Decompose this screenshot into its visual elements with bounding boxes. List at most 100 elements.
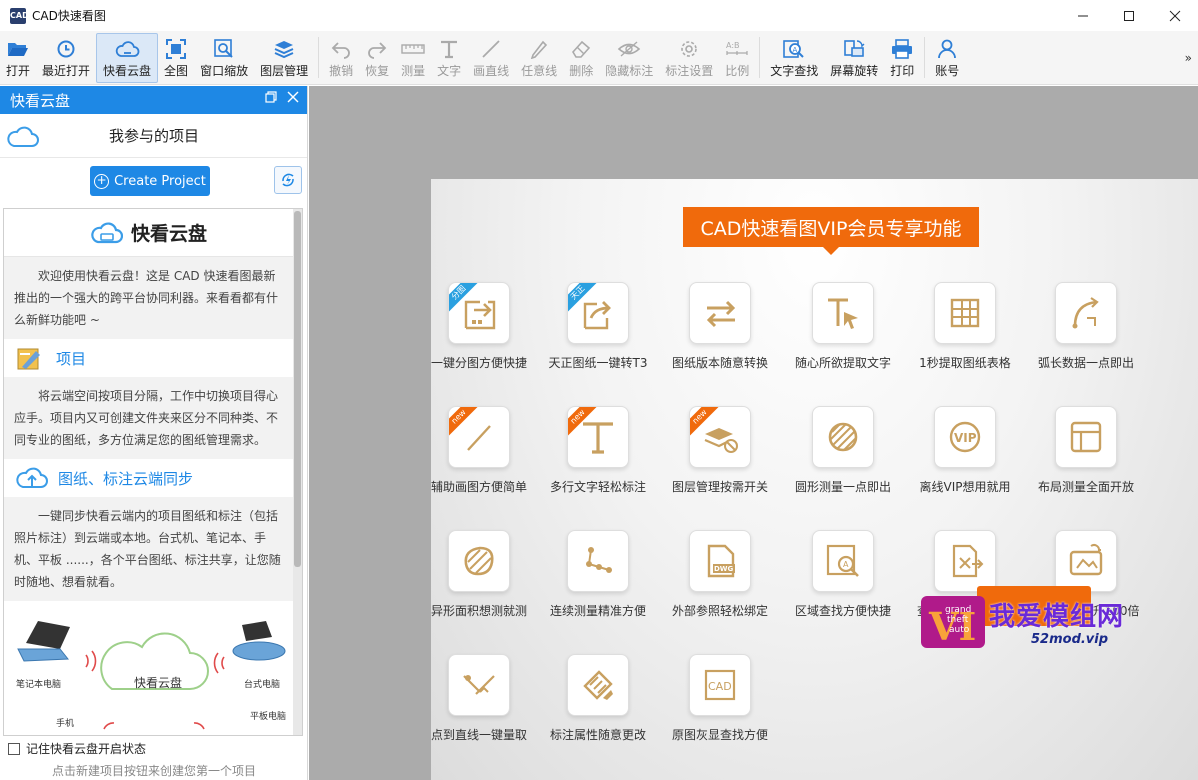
vip-feature-tile[interactable]: 分图 [448,282,510,344]
vip-feature-tile[interactable]: CAD [689,654,751,716]
sync-button[interactable] [274,166,302,194]
toolbar-print-button[interactable]: 打印 [884,33,920,83]
toolbar-fit-all-button[interactable]: 全图 [158,33,194,83]
watermark-text: 我爱模组网 [989,602,1125,632]
desktop-icon [232,621,286,661]
vip-feature-item[interactable]: 1秒提取图纸表格 [903,282,1027,371]
table-grid-icon [950,298,980,328]
toolbar-open-button[interactable]: 打开 [0,33,36,83]
toolbar-zoom-window-button[interactable]: 窗口缩放 [194,33,254,83]
gear-icon [681,40,698,57]
vip-feature-item[interactable]: new 图层管理按需开关 [658,406,782,495]
vip-feature-tile[interactable]: VIP [934,406,996,468]
vip-feature-tile[interactable] [567,530,629,592]
maximize-icon [1124,10,1134,21]
vip-feature-tile[interactable]: DWG [689,530,751,592]
intro-scrollbar[interactable] [293,209,302,735]
intro-scroll-area[interactable]: 快看云盘 欢迎使用快看云盘！这是 CAD 快速看图最新推出的一个强大的跨平台协同… [3,208,303,736]
vip-feature-tile[interactable] [689,282,751,344]
vip-feature-tile[interactable]: new [567,406,629,468]
drawing-canvas[interactable]: CAD快速看图VIP会员专享功能 分图 一键分图方便快捷 天正 天正图纸一键转T3 图纸… [309,86,1198,780]
vip-feature-item[interactable]: 点到直线一键量取 [417,654,541,743]
vip-feature-tile[interactable]: new [448,406,510,468]
illustration-cloud-label: 快看云盘 [134,676,183,690]
scale-ab-icon: A:B [726,41,748,55]
maximize-button[interactable] [1106,0,1152,31]
vip-feature-item[interactable]: 连续测量精准方便 [536,530,660,619]
toolbar-undo-label: 撤销 [329,63,354,78]
svg-text:theft: theft [947,615,969,625]
vip-feature-item[interactable]: A 区域查找方便快捷 [781,530,905,619]
vip-feature-item[interactable]: new 辅助画图方便简单 [417,406,541,495]
device-label-desktop: 台式电脑 [244,680,281,690]
vip-feature-tile[interactable] [812,406,874,468]
panel-close-icon[interactable] [287,91,299,103]
toolbar-freehand-button[interactable]: 任意线 [515,33,563,83]
toolbar-hide-annotation-button[interactable]: 隐藏标注 [599,33,659,83]
toolbar-divider [924,37,926,78]
toolbar-print-label: 打印 [890,63,915,78]
toolbar-delete-button[interactable]: 删除 [563,33,599,83]
remember-checkbox[interactable] [8,742,20,755]
remember-checkbox-row[interactable]: 记住快看云盘开启状态 [8,740,146,757]
vip-feature-item[interactable]: 布局测量全面开放 [1024,406,1148,495]
vip-feature-item[interactable]: 随心所欲提取文字 [781,282,905,371]
vip-feature-tile[interactable] [448,530,510,592]
toolbar-overflow-button[interactable]: » [1185,51,1192,65]
toolbar-cloud-button[interactable]: 快看云盘 [96,33,159,83]
toolbar-divider [318,37,320,78]
vip-feature-item[interactable]: 图纸版本随意转换 [658,282,782,371]
close-button[interactable] [1152,0,1198,31]
svg-text:VIP: VIP [954,431,977,445]
vip-feature-item[interactable]: new 多行文字轻松标注 [536,406,660,495]
create-project-button[interactable]: + Create Project [90,166,210,196]
toolbar-cloud-label: 快看云盘 [103,63,152,78]
vip-feature-item[interactable]: 圆形测量一点即出 [781,406,905,495]
vip-feature-label: 布局测量全面开放 [1037,480,1134,494]
vip-feature-tile[interactable]: 天正 [567,282,629,344]
intro-scroll-thumb[interactable] [294,211,301,567]
minimize-button[interactable] [1060,0,1106,31]
toolbar-undo-button[interactable]: 撤销 [323,33,359,83]
vip-feature-tile[interactable]: new [689,406,751,468]
vip-feature-tile[interactable] [934,282,996,344]
toolbar-account-button[interactable]: 账号 [929,33,965,83]
vip-feature-tile[interactable] [1055,282,1117,344]
toolbar-layers-button[interactable]: 图层管理 [254,33,314,83]
vip-feature-item[interactable]: DWG 外部参照轻松绑定 [658,530,782,619]
toolbar-scale-button[interactable]: A:B 比例 [719,33,755,83]
vip-feature-label: 一键分图方便快捷 [430,356,527,370]
vip-feature-item[interactable]: 异形面积想测就测 [417,530,541,619]
vip-feature-tile[interactable]: A [812,530,874,592]
vip-feature-item[interactable]: 天正 天正图纸一键转T3 [536,282,660,371]
vip-feature-item[interactable]: CAD 原图灰显查找方便 [658,654,782,743]
vip-feature-tile[interactable] [934,530,996,592]
vip-feature-label: 圆形测量一点即出 [794,480,891,494]
toolbar-annotation-settings-button[interactable]: 标注设置 [659,33,719,83]
vip-feature-tile[interactable] [812,282,874,344]
toolbar-recent-button[interactable]: 最近打开 [36,33,96,83]
toolbar-text-search-button[interactable]: A 文字查找 [764,33,824,83]
vip-feature-item[interactable]: 分图一键分图方便快捷 [417,282,541,371]
toolbar-redo-button[interactable]: 恢复 [359,33,395,83]
toolbar-measure-button[interactable]: 测量 [395,33,431,83]
toolbar-line-button[interactable]: 画直线 [467,33,515,83]
window-title: CAD快速看图 [32,9,106,23]
vip-feature-tile[interactable] [1055,406,1117,468]
circle-hatch-icon [828,422,858,452]
vip-feature-tile[interactable] [448,654,510,716]
vip-feature-item[interactable]: 标注属性随意更改 [536,654,660,743]
vip-feature-label: 图层管理按需开关 [671,480,768,494]
title-bar: CAD CAD快速看图 [0,0,1198,31]
toolbar-text-button[interactable]: 文字 [431,33,467,83]
toolbar-zoom-window-label: 窗口缩放 [200,63,249,78]
vip-feature-tile[interactable] [1055,530,1117,592]
vip-feature-item[interactable]: 弧长数据一点即出 [1024,282,1148,371]
undock-icon[interactable] [265,91,277,103]
vip-feature-item[interactable]: VIP 离线VIP想用就用 [903,406,1027,495]
text-cursor-icon [828,298,858,329]
vip-feature-label: 离线VIP想用就用 [919,480,1011,494]
toolbar-rotate-button[interactable]: 屏幕旋转 [824,33,884,83]
vip-feature-tile[interactable] [567,654,629,716]
toolbar-open-label: 打开 [6,63,31,78]
